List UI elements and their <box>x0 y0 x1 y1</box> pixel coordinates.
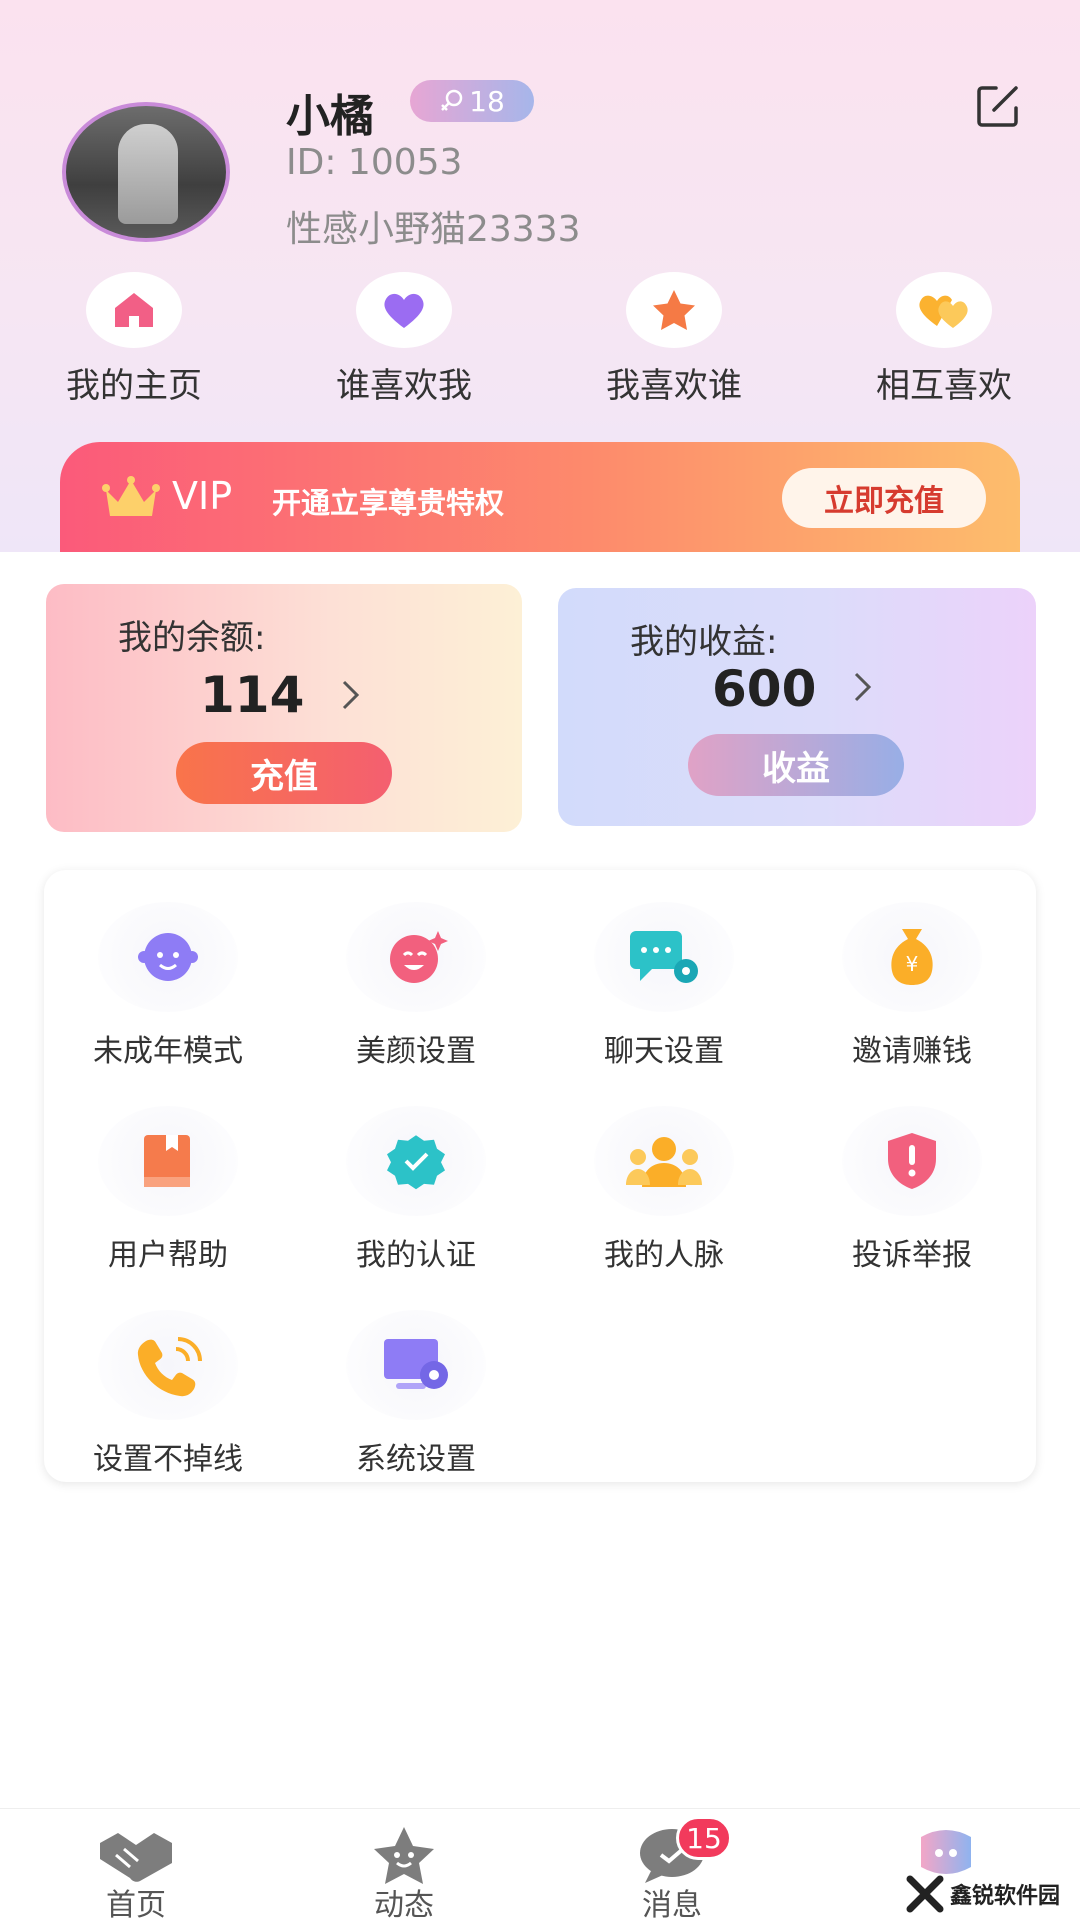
quick-link-label: 我的主页 <box>66 366 202 406</box>
user-id: ID: 10053 <box>286 142 463 183</box>
system-settings-icon <box>384 1339 448 1389</box>
chat-settings-icon <box>630 931 698 983</box>
balance-value: 114 <box>200 666 305 724</box>
tab-label: 动态 <box>374 1888 434 1920</box>
contacts-icon <box>626 1137 702 1187</box>
quick-links: 我的主页 谁喜欢我 我喜欢谁 相互喜欢 <box>0 272 1080 412</box>
menu-label: 系统设置 <box>356 1442 476 1477</box>
username: 小橘 <box>286 91 374 142</box>
beauty-icon <box>390 931 448 983</box>
earnings-button[interactable]: 收益 <box>688 734 904 796</box>
earnings-value: 600 <box>712 660 817 718</box>
menu-label: 用户帮助 <box>108 1238 228 1273</box>
menu-item-invite-earn[interactable]: ¥ 邀请赚钱 <box>788 882 1036 1069</box>
menu-label: 聊天设置 <box>604 1034 724 1069</box>
female-icon <box>441 89 463 111</box>
quick-link-i-like[interactable]: 我喜欢谁 <box>574 272 774 407</box>
chevron-right-icon <box>342 680 360 710</box>
star-icon <box>653 290 695 330</box>
unread-messages-badge: 15 <box>676 1816 732 1860</box>
quick-link-mutual-like[interactable]: 相互喜欢 <box>844 272 1044 407</box>
svg-text:¥: ¥ <box>906 952 919 976</box>
menu-label: 未成年模式 <box>93 1034 243 1069</box>
heart-icon <box>384 293 424 328</box>
menu-label: 我的认证 <box>356 1238 476 1273</box>
earnings-card[interactable]: 我的收益: 600 收益 <box>558 588 1036 826</box>
menu-item-my-contacts[interactable]: 我的人脉 <box>540 1086 788 1273</box>
menu-item-chat-settings[interactable]: 聊天设置 <box>540 882 788 1069</box>
menu-label: 设置不掉线 <box>93 1442 243 1477</box>
chevron-right-icon <box>854 672 872 702</box>
quick-link-homepage[interactable]: 我的主页 <box>34 272 234 407</box>
earnings-title: 我的收益: <box>630 622 778 662</box>
report-shield-icon <box>888 1133 936 1189</box>
user-signature: 性感小野猫23333 <box>286 209 581 250</box>
age-value: 18 <box>469 84 505 118</box>
money-bag-icon: ¥ <box>891 929 933 985</box>
avatar[interactable] <box>62 102 230 242</box>
watermark-text: 鑫锐软件园 <box>950 1884 1061 1909</box>
menu-item-beauty-settings[interactable]: 美颜设置 <box>292 882 540 1069</box>
tab-moments[interactable]: 动态 <box>334 1825 474 1920</box>
quick-link-who-likes-me[interactable]: 谁喜欢我 <box>304 272 504 407</box>
watermark-logo-icon <box>906 1875 944 1913</box>
child-mode-icon <box>138 933 198 981</box>
vip-banner[interactable]: VIP 开通立享尊贵特权 立即充值 <box>60 442 1020 552</box>
tab-label: 消息 <box>642 1888 702 1920</box>
vip-description: 开通立享尊贵特权 <box>272 486 505 520</box>
menu-label: 我的人脉 <box>604 1238 724 1273</box>
phone-icon <box>137 1337 202 1397</box>
quick-link-label: 我喜欢谁 <box>606 366 742 406</box>
age-badge: 18 <box>410 80 534 122</box>
menu-item-report[interactable]: 投诉举报 <box>788 1086 1036 1273</box>
menu-label: 美颜设置 <box>356 1034 476 1069</box>
watermark: 鑫锐软件园 <box>906 1872 1072 1916</box>
handshake-icon <box>100 1833 172 1882</box>
menu-item-user-help[interactable]: 用户帮助 <box>44 1086 292 1273</box>
vip-label: VIP <box>172 474 233 518</box>
star-face-icon <box>374 1827 434 1884</box>
verified-icon <box>387 1135 445 1190</box>
feature-menu: 未成年模式 美颜设置 聊天设置 ¥ 邀请赚钱 用户帮助 我的认证 我的人脉 投诉… <box>44 870 1036 1482</box>
tab-home[interactable]: 首页 <box>66 1825 206 1920</box>
balance-title: 我的余额: <box>118 618 266 658</box>
menu-label: 投诉举报 <box>852 1238 972 1273</box>
crown-icon <box>102 476 160 516</box>
menu-label: 邀请赚钱 <box>852 1034 972 1069</box>
edit-profile-button[interactable] <box>974 82 1022 130</box>
balance-card[interactable]: 我的余额: 114 充值 <box>46 584 522 832</box>
menu-item-system-settings[interactable]: 系统设置 <box>292 1290 540 1477</box>
tab-label: 首页 <box>106 1888 166 1920</box>
recharge-now-button[interactable]: 立即充值 <box>782 468 986 528</box>
menu-item-minor-mode[interactable]: 未成年模式 <box>44 882 292 1069</box>
edit-icon <box>977 86 1018 127</box>
recharge-button[interactable]: 充值 <box>176 742 392 804</box>
quick-link-label: 谁喜欢我 <box>336 366 472 406</box>
help-book-icon <box>144 1135 190 1187</box>
quick-link-label: 相互喜欢 <box>876 366 1012 406</box>
double-heart-icon <box>919 295 968 328</box>
menu-item-stay-online[interactable]: 设置不掉线 <box>44 1290 292 1477</box>
home-icon <box>115 293 153 327</box>
menu-item-my-verification[interactable]: 我的认证 <box>292 1086 540 1273</box>
